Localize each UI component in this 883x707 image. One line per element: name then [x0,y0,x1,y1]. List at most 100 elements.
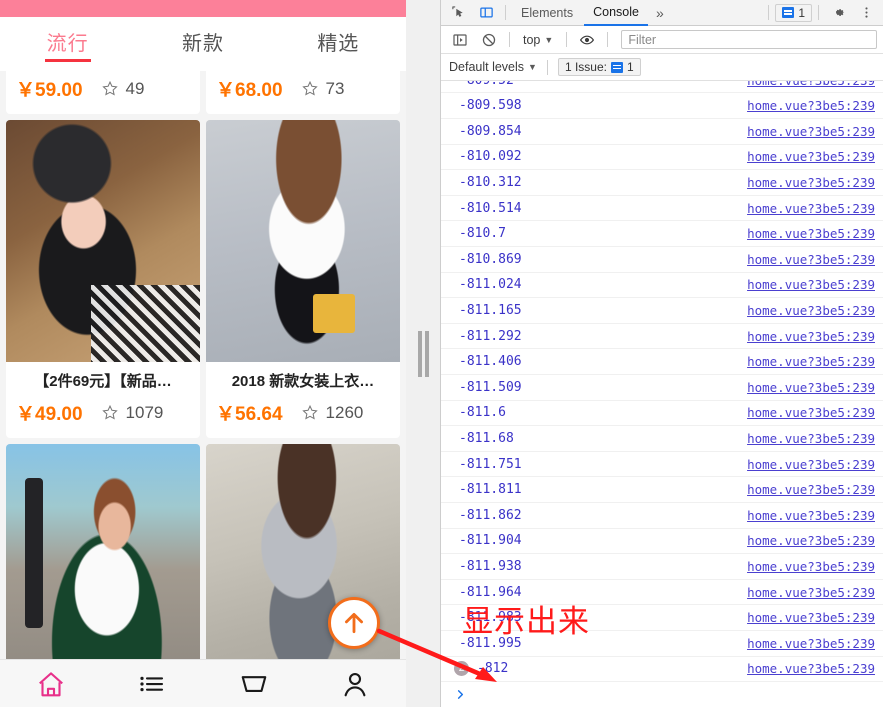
console-message-row[interactable]: -811.292home.vue?3be5:239 [441,324,883,350]
divider [509,32,510,47]
console-message-source-link[interactable]: home.vue?3be5:239 [747,175,875,190]
issues-counter-button[interactable]: 1 [775,4,812,22]
console-sidebar-toggle-button[interactable] [447,29,473,51]
console-message-source-link[interactable]: home.vue?3be5:239 [747,252,875,267]
nav-category[interactable] [137,669,167,699]
product-meta: ￥49.00 1079 [6,395,200,438]
console-message-source-link[interactable]: home.vue?3be5:239 [747,482,875,497]
console-message-row[interactable]: 2-812home.vue?3be5:239 [441,657,883,683]
toggle-device-toolbar-button[interactable] [473,2,499,24]
console-message-source-link[interactable]: home.vue?3be5:239 [747,585,875,600]
product-image[interactable] [206,444,400,686]
inspect-element-button[interactable] [445,2,471,24]
execution-context-selector[interactable]: top ▼ [517,33,559,47]
console-prompt[interactable] [441,682,883,707]
console-message-source-link[interactable]: home.vue?3be5:239 [747,457,875,472]
console-toolbar: top ▼ Filter [441,26,883,54]
product-card[interactable]: ￥68.00 73 [206,71,400,114]
console-message-row[interactable]: -809.598home.vue?3be5:239 [441,93,883,119]
product-card[interactable] [6,444,200,686]
settings-button[interactable] [825,2,851,24]
product-favorites[interactable]: 1079 [101,403,164,423]
console-message-source-link[interactable]: home.vue?3be5:239 [747,405,875,420]
console-message-source-link[interactable]: home.vue?3be5:239 [747,533,875,548]
chevron-down-icon: ▼ [528,62,537,72]
log-levels-selector[interactable]: Default levels ▼ [449,60,537,74]
product-card[interactable]: 2018 新款女装上衣… ￥56.64 1260 [206,120,400,438]
execution-context-label: top [523,33,540,47]
product-favorites[interactable]: 73 [301,79,345,99]
product-image[interactable] [6,444,200,686]
console-message-source-link[interactable]: home.vue?3be5:239 [747,98,875,113]
console-message-source-link[interactable]: home.vue?3be5:239 [747,661,875,676]
console-message-source-link[interactable]: home.vue?3be5:239 [747,610,875,625]
console-message-source-link[interactable]: home.vue?3be5:239 [747,636,875,651]
console-message-row[interactable]: -811.68home.vue?3be5:239 [441,426,883,452]
more-tabs-button[interactable]: » [650,5,670,21]
product-image[interactable] [206,120,400,362]
console-message-row[interactable]: -810.312home.vue?3be5:239 [441,170,883,196]
product-price: ￥49.00 [16,399,83,426]
console-filter-input[interactable]: Filter [621,30,877,49]
tab-elements[interactable]: Elements [512,0,582,26]
console-message-row[interactable]: -811.024home.vue?3be5:239 [441,273,883,299]
console-message-source-link[interactable]: home.vue?3be5:239 [747,303,875,318]
product-card[interactable] [206,444,400,686]
product-favorites[interactable]: 49 [101,79,145,99]
devtools-menu-button[interactable] [853,2,879,24]
console-message-source-link[interactable]: home.vue?3be5:239 [747,226,875,241]
console-message-value: -811.165 [459,303,522,318]
devtools-resize-handle[interactable] [406,0,440,707]
console-message-source-link[interactable]: home.vue?3be5:239 [747,329,875,344]
console-message-row[interactable]: -811.938home.vue?3be5:239 [441,554,883,580]
console-message-row[interactable]: -809.52 home.vue?3be5:239 [441,81,883,94]
live-expression-button[interactable] [574,29,600,51]
console-message-source-link[interactable]: home.vue?3be5:239 [747,81,875,88]
console-message-source-link[interactable]: home.vue?3be5:239 [747,201,875,216]
console-message-source-link[interactable]: home.vue?3be5:239 [747,559,875,574]
nav-profile[interactable] [340,669,370,699]
filter-placeholder: Filter [628,33,656,47]
console-message-row[interactable]: -810.869home.vue?3be5:239 [441,247,883,273]
list-icon [137,669,167,699]
console-message-value: -809.52 [459,81,514,88]
console-message-row[interactable]: -811.862home.vue?3be5:239 [441,503,883,529]
console-message-row[interactable]: -811.165 home.vue?3be5:239 [441,298,883,324]
issues-label: 1 Issue: [565,60,607,74]
cursor-inspect-icon [451,5,466,20]
console-message-row[interactable]: -811.904home.vue?3be5:239 [441,529,883,555]
console-message-source-link[interactable]: home.vue?3be5:239 [747,124,875,139]
console-message-row[interactable]: -811.6home.vue?3be5:239 [441,401,883,427]
tab-xinkuan[interactable]: 新款 [176,25,230,64]
nav-cart[interactable] [239,669,269,699]
product-image[interactable] [6,120,200,362]
favorites-count: 1260 [326,403,364,423]
console-message-source-link[interactable]: home.vue?3be5:239 [747,277,875,292]
nav-home[interactable] [36,669,66,699]
console-message-source-link[interactable]: home.vue?3be5:239 [747,431,875,446]
console-message-source-link[interactable]: home.vue?3be5:239 [747,354,875,369]
product-favorites[interactable]: 1260 [301,403,364,423]
product-card[interactable]: 【2件69元】【新品… ￥49.00 1079 [6,120,200,438]
console-message-row[interactable]: -810.514home.vue?3be5:239 [441,196,883,222]
issues-summary-button[interactable]: 1 Issue: 1 [558,58,641,76]
tab-console[interactable]: Console [584,0,648,26]
console-message-row[interactable]: -809.854home.vue?3be5:239 [441,119,883,145]
console-message-row[interactable]: -811.509home.vue?3be5:239 [441,375,883,401]
product-card[interactable]: ￥59.00 49 [6,71,200,114]
product-grid: ￥59.00 49 ￥68.00 [0,71,406,686]
tab-liuxing[interactable]: 流行 [41,25,95,64]
console-message-source-link[interactable]: home.vue?3be5:239 [747,149,875,164]
tab-jingxuan[interactable]: 精选 [311,25,365,64]
console-message-row[interactable]: -810.7home.vue?3be5:239 [441,221,883,247]
clear-console-button[interactable] [476,29,502,51]
console-message-source-link[interactable]: home.vue?3be5:239 [747,508,875,523]
back-to-top-button[interactable] [328,597,380,649]
console-message-row[interactable]: -811.751home.vue?3be5:239 [441,452,883,478]
console-message-row[interactable]: -811.406home.vue?3be5:239 [441,349,883,375]
console-message-row[interactable]: -810.092home.vue?3be5:239 [441,145,883,171]
console-message-source-link[interactable]: home.vue?3be5:239 [747,380,875,395]
chevron-down-icon: ▼ [544,35,553,45]
console-message-row[interactable]: -811.811home.vue?3be5:239 [441,477,883,503]
device-toolbar-icon [479,5,494,20]
